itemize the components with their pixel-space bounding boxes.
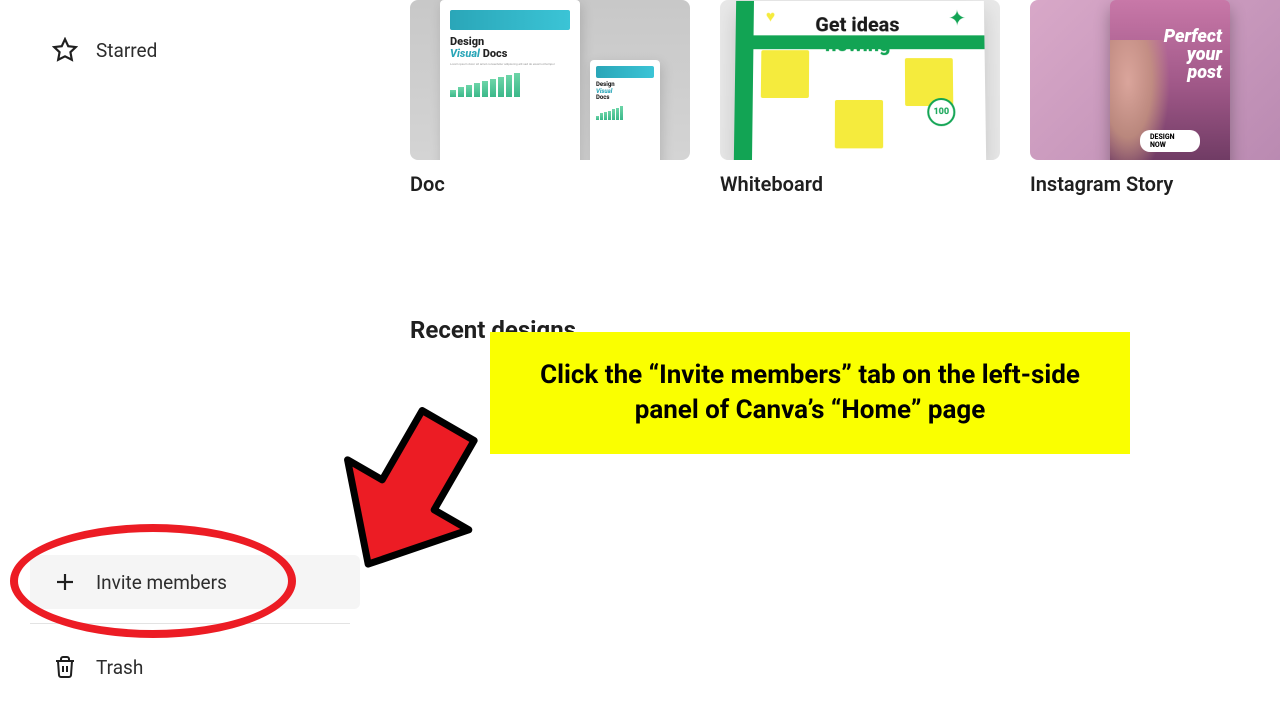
divider	[30, 623, 350, 624]
template-card-instagram-story[interactable]: Perfectyourpost DESIGN NOW Instagram Sto…	[1030, 0, 1280, 196]
sidebar-item-label: Invite members	[96, 571, 227, 594]
sidebar: Starred Invite members Trash	[0, 0, 380, 720]
template-label: Doc	[410, 172, 690, 196]
plus-icon	[52, 569, 78, 595]
annotation-callout: Click the “Invite members” tab on the le…	[490, 332, 1130, 454]
template-thumb: ♥ ✦ Get ideasflowing 100	[720, 0, 1000, 160]
sidebar-item-trash[interactable]: Trash	[0, 642, 380, 692]
template-row: Design Visual Docs Lorem ipsum dolor sit…	[410, 0, 1280, 196]
template-card-whiteboard[interactable]: ♥ ✦ Get ideasflowing 100 Whiteboard	[720, 0, 1000, 196]
sidebar-item-label: Trash	[96, 656, 143, 679]
doc-preview-small: Design Visual Docs	[590, 60, 660, 160]
star-icon	[52, 37, 78, 63]
template-label: Whiteboard	[720, 172, 1000, 196]
sidebar-item-label: Starred	[96, 39, 157, 62]
annotation-arrow	[310, 388, 520, 598]
template-thumb: Design Visual Docs Lorem ipsum dolor sit…	[410, 0, 690, 160]
template-card-doc[interactable]: Design Visual Docs Lorem ipsum dolor sit…	[410, 0, 690, 196]
trash-icon	[52, 654, 78, 680]
doc-preview-large: Design Visual Docs Lorem ipsum dolor sit…	[440, 0, 580, 160]
template-label: Instagram Story	[1030, 172, 1280, 196]
sidebar-item-starred[interactable]: Starred	[0, 25, 380, 75]
template-thumb: Perfectyourpost DESIGN NOW	[1030, 0, 1280, 160]
